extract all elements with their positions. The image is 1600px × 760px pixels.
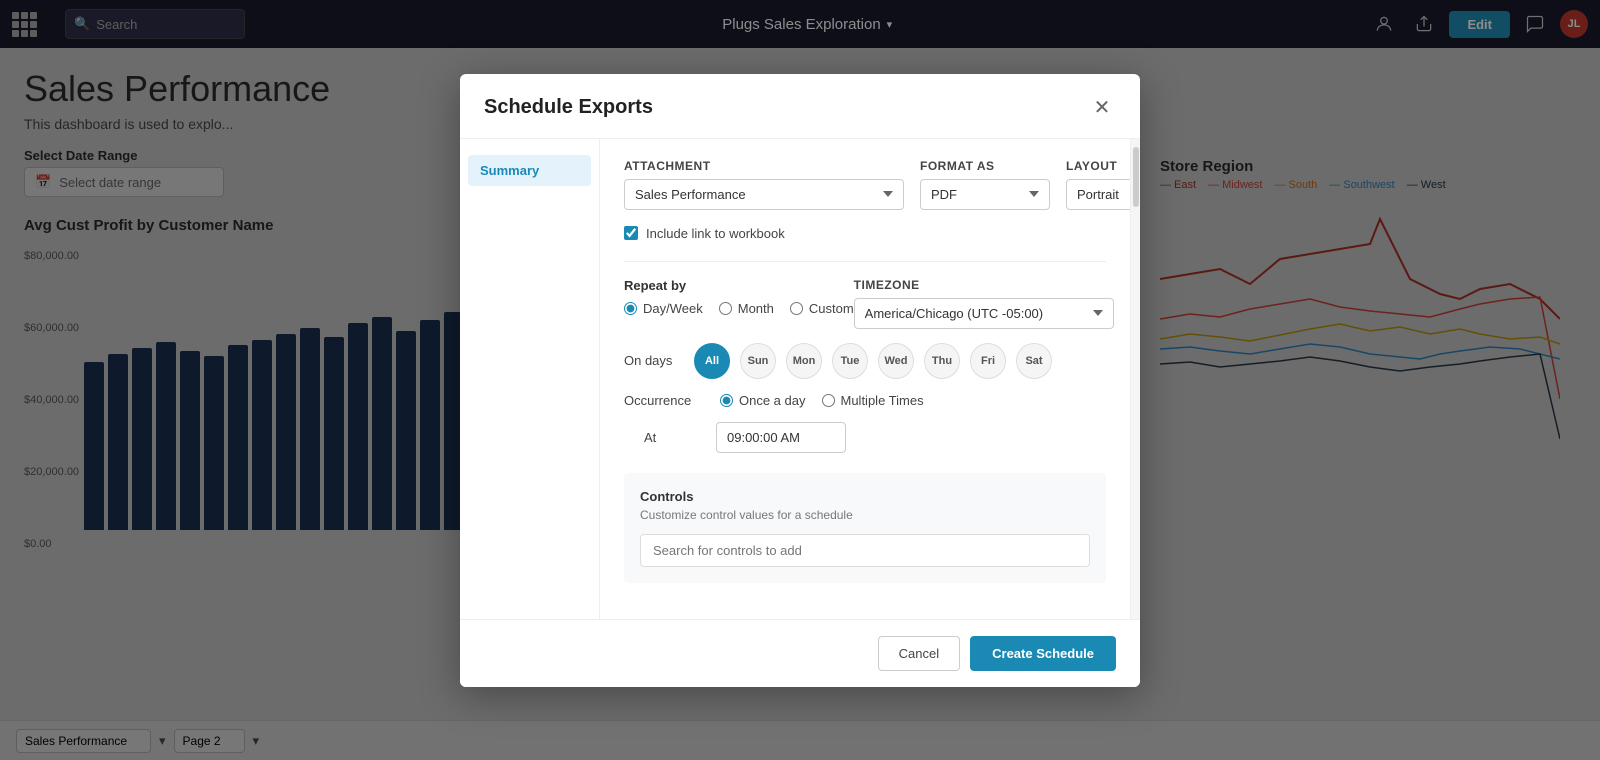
modal-footer: Cancel Create Schedule (460, 619, 1140, 687)
radio-month[interactable]: Month (719, 301, 774, 316)
modal-body: Summary Attachment Sales Performance For… (460, 139, 1140, 619)
attachment-label: Attachment (624, 159, 904, 173)
modal-overlay: Schedule Exports ✕ Summary Attachment Sa… (0, 0, 1600, 760)
day-mon[interactable]: Mon (786, 343, 822, 379)
attachment-select[interactable]: Sales Performance (624, 179, 904, 210)
occurrence-label: Occurrence (624, 393, 704, 408)
modal-sidebar: Summary (460, 139, 600, 619)
scrollbar-thumb (1133, 147, 1139, 207)
timezone-group: Timezone America/Chicago (UTC -05:00) Am… (854, 278, 1114, 329)
format-group: Format as PDF PNG CSV (920, 159, 1050, 210)
format-label: Format as (920, 159, 1050, 173)
day-sun[interactable]: Sun (740, 343, 776, 379)
day-thu[interactable]: Thu (924, 343, 960, 379)
repeat-radio-group: Day/Week Month Custom (624, 301, 854, 316)
format-select[interactable]: PDF PNG CSV (920, 179, 1050, 210)
modal-scrollbar[interactable] (1130, 139, 1140, 619)
occurrence-row: Occurrence Once a day Multiple Times (624, 393, 1106, 408)
include-link-row: Include link to workbook (624, 226, 1106, 241)
modal-header: Schedule Exports ✕ (460, 74, 1140, 139)
layout-label: Layout (1066, 159, 1130, 173)
repeat-by-label: Repeat by (624, 278, 854, 293)
radio-multiple-times[interactable]: Multiple Times (822, 393, 924, 408)
section-divider-1 (624, 261, 1106, 262)
modal-main: Attachment Sales Performance Format as P… (600, 139, 1130, 619)
timezone-label: Timezone (854, 278, 1114, 292)
at-label: At (624, 430, 704, 445)
day-sat[interactable]: Sat (1016, 343, 1052, 379)
on-days-label: On days (624, 353, 684, 368)
attachment-group: Attachment Sales Performance (624, 159, 904, 210)
on-days-row: On days All Sun Mon Tue Wed Thu Fri Sat (624, 343, 1106, 379)
controls-subtitle: Customize control values for a schedule (640, 508, 1090, 522)
repeat-section: Repeat by Day/Week Month (624, 278, 854, 316)
attachment-row: Attachment Sales Performance Format as P… (624, 159, 1106, 210)
cancel-button[interactable]: Cancel (878, 636, 960, 671)
include-link-checkbox[interactable] (624, 226, 638, 240)
radio-day-week[interactable]: Day/Week (624, 301, 703, 316)
timezone-select[interactable]: America/Chicago (UTC -05:00) America/New… (854, 298, 1114, 329)
radio-once-a-day[interactable]: Once a day (720, 393, 806, 408)
create-schedule-button[interactable]: Create Schedule (970, 636, 1116, 671)
day-tue[interactable]: Tue (832, 343, 868, 379)
include-link-label[interactable]: Include link to workbook (646, 226, 785, 241)
layout-select[interactable]: Portrait Landscape (1066, 179, 1130, 210)
controls-section: Controls Customize control values for a … (624, 473, 1106, 583)
modal-title: Schedule Exports (484, 96, 653, 119)
schedule-exports-modal: Schedule Exports ✕ Summary Attachment Sa… (460, 74, 1140, 687)
close-button[interactable]: ✕ (1088, 94, 1116, 122)
at-row: At (624, 422, 1106, 453)
day-fri[interactable]: Fri (970, 343, 1006, 379)
controls-title: Controls (640, 489, 1090, 504)
layout-group: Layout Portrait Landscape (1066, 159, 1130, 210)
radio-custom[interactable]: Custom (790, 301, 854, 316)
day-all[interactable]: All (694, 343, 730, 379)
time-input[interactable] (716, 422, 846, 453)
day-wed[interactable]: Wed (878, 343, 914, 379)
repeat-timezone-row: Repeat by Day/Week Month (624, 278, 1106, 329)
sidebar-item-summary[interactable]: Summary (468, 155, 591, 186)
controls-search-input[interactable] (640, 534, 1090, 567)
